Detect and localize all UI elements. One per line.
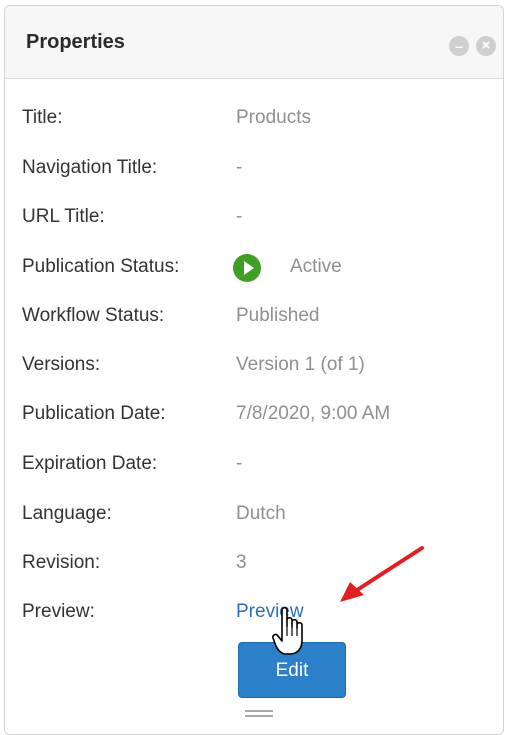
revision-value: 3 [236,552,247,573]
url-title-label: URL Title: [22,206,105,227]
play-circle-icon [233,254,261,282]
property-row-workflow-status: Workflow Status: Published [22,305,492,335]
publication-status-value: Active [290,256,342,277]
title-value: Products [236,107,311,128]
revision-label: Revision: [22,552,101,573]
hand-cursor-icon [272,606,303,655]
panel-title: Properties [26,31,125,53]
navigation-title-label: Navigation Title: [22,157,158,178]
preview-label: Preview: [22,601,95,622]
url-title-value: - [236,206,243,227]
property-row-versions: Versions: Version 1 (of 1) [22,354,492,384]
annotation-arrow-icon [340,546,424,602]
property-row-language: Language: Dutch [22,503,492,533]
panel-header: Properties – × [5,6,503,79]
language-value: Dutch [236,503,286,524]
expiration-date-value: - [236,453,243,474]
versions-label: Versions: [22,354,101,375]
publication-date-label: Publication Date: [22,403,166,424]
versions-value: Version 1 (of 1) [236,354,365,375]
workflow-status-label: Workflow Status: [22,305,165,326]
property-row-publication-date: Publication Date: 7/8/2020, 9:00 AM [22,403,492,433]
property-row-navigation-title: Navigation Title: - [22,157,492,187]
publication-status-label: Publication Status: [22,256,180,277]
publication-date-value: 7/8/2020, 9:00 AM [236,403,391,424]
property-row-publication-status: Publication Status: Active [22,254,492,286]
workflow-status-value: Published [236,305,320,326]
property-row-expiration-date: Expiration Date: - [22,453,492,483]
expiration-date-label: Expiration Date: [22,453,158,474]
close-icon[interactable]: × [476,36,496,56]
property-row-title: Title: Products [22,107,492,137]
property-row-url-title: URL Title: - [22,206,492,236]
language-label: Language: [22,503,112,524]
resize-grip[interactable] [245,710,273,718]
minimize-icon[interactable]: – [449,36,469,56]
title-label: Title: [22,107,63,128]
navigation-title-value: - [236,157,243,178]
